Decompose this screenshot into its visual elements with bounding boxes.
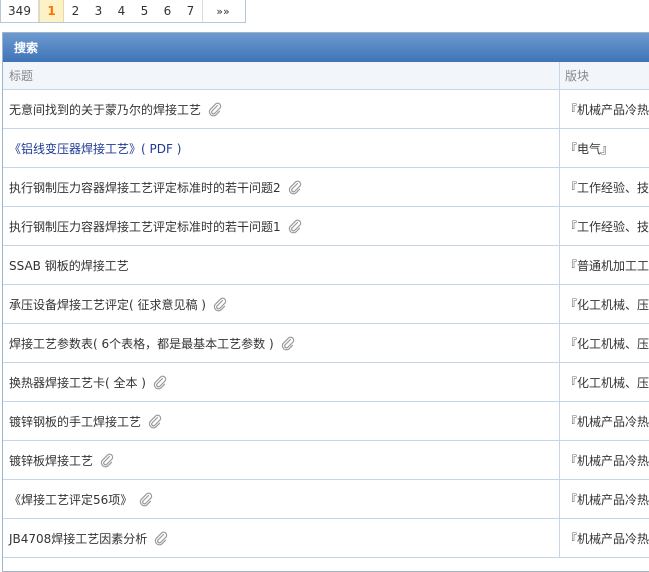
row-title-cell: 执行钢制压力容器焊接工艺评定标准时的若干问题1 — [3, 207, 560, 245]
pagination: 349 1 2 3 4 5 6 7 »» — [0, 0, 246, 23]
page-4-link[interactable]: 4 — [110, 0, 133, 22]
board-name-link[interactable]: 『机械产品冷热 — [560, 90, 649, 128]
table-row: 镀锌板焊接工艺 『机械产品冷热 — [3, 441, 649, 480]
paperclip-icon — [99, 452, 114, 468]
thread-title-link[interactable]: 镀锌板焊接工艺 — [9, 452, 93, 469]
column-header-title: 标题 — [3, 62, 560, 89]
thread-title-link[interactable]: 执行钢制压力容器焊接工艺评定标准时的若干问题1 — [9, 218, 281, 235]
paperclip-icon — [152, 374, 167, 390]
board-name-link[interactable]: 『机械产品冷热 — [560, 441, 649, 479]
board-name-link[interactable]: 『机械产品冷热 — [560, 519, 649, 557]
row-title-cell: 《铝线变压器焊接工艺》( PDF ) — [3, 129, 560, 167]
thread-title-link[interactable]: JB4708焊接工艺因素分析 — [9, 530, 147, 547]
board-name-link[interactable]: 『化工机械、压 — [560, 324, 649, 362]
row-title-cell: 《焊接工艺评定56项》 — [3, 480, 560, 518]
thread-title-link[interactable]: 镀锌钢板的手工焊接工艺 — [9, 413, 141, 430]
thread-title-link[interactable]: 换热器焊接工艺卡( 全本 ) — [9, 374, 146, 391]
table-row: 镀锌钢板的手工焊接工艺 『机械产品冷热 — [3, 402, 649, 441]
table-header: 标题 版块 — [3, 62, 649, 90]
row-title-cell: 换热器焊接工艺卡( 全本 ) — [3, 363, 560, 401]
row-title-cell: 无意间找到的关于蒙乃尔的焊接工艺 — [3, 90, 560, 128]
table-row: 执行钢制压力容器焊接工艺评定标准时的若干问题2 『工作经验、技 — [3, 168, 649, 207]
board-name-link[interactable]: 『化工机械、压 — [560, 363, 649, 401]
row-title-cell: 焊接工艺参数表( 6个表格，都是最基本工艺参数 ) — [3, 324, 560, 362]
page-7-link[interactable]: 7 — [179, 0, 202, 22]
row-title-cell: 镀锌板焊接工艺 — [3, 441, 560, 479]
results-list: 无意间找到的关于蒙乃尔的焊接工艺 『机械产品冷热 《铝线变压器焊接工艺》( PDF … — [3, 90, 649, 558]
board-name-link[interactable]: 『工作经验、技 — [560, 168, 649, 206]
row-title-cell: JB4708焊接工艺因素分析 — [3, 519, 560, 557]
table-row: 《铝线变压器焊接工艺》( PDF ) 『电气』 — [3, 129, 649, 168]
table-row: 执行钢制压力容器焊接工艺评定标准时的若干问题1 『工作经验、技 — [3, 207, 649, 246]
row-title-cell: 执行钢制压力容器焊接工艺评定标准时的若干问题2 — [3, 168, 560, 206]
paperclip-icon — [147, 413, 162, 429]
paperclip-icon — [280, 335, 295, 351]
table-row: 焊接工艺参数表( 6个表格，都是最基本工艺参数 ) 『化工机械、压 — [3, 324, 649, 363]
thread-title-link[interactable]: 无意间找到的关于蒙乃尔的焊接工艺 — [9, 101, 201, 118]
paperclip-icon — [287, 218, 302, 234]
thread-title-link[interactable]: 《铝线变压器焊接工艺》( PDF ) — [9, 140, 181, 157]
pagination-total: 349 — [1, 0, 39, 22]
paperclip-icon — [153, 530, 168, 546]
table-row: 承压设备焊接工艺评定( 征求意见稿 ) 『化工机械、压 — [3, 285, 649, 324]
page-2-link[interactable]: 2 — [64, 0, 87, 22]
page-6-link[interactable]: 6 — [156, 0, 179, 22]
row-title-cell: 镀锌钢板的手工焊接工艺 — [3, 402, 560, 440]
table-row: JB4708焊接工艺因素分析 『机械产品冷热 — [3, 519, 649, 558]
page-5-link[interactable]: 5 — [133, 0, 156, 22]
thread-title-link[interactable]: 执行钢制压力容器焊接工艺评定标准时的若干问题2 — [9, 179, 281, 196]
next-pages-button[interactable]: »» — [202, 0, 243, 22]
paperclip-icon — [287, 179, 302, 195]
table-row: SSAB 钢板的焊接工艺 『普通机加工工 — [3, 246, 649, 285]
column-header-board: 版块 — [565, 69, 590, 83]
thread-title-link[interactable]: 《焊接工艺评定56项》 — [9, 491, 132, 508]
board-name-link[interactable]: 『电气』 — [560, 129, 649, 167]
page-3-link[interactable]: 3 — [87, 0, 110, 22]
board-name-link[interactable]: 『工作经验、技 — [560, 207, 649, 245]
thread-title-link[interactable]: SSAB 钢板的焊接工艺 — [9, 257, 129, 274]
board-name-link[interactable]: 『机械产品冷热 — [560, 480, 649, 518]
board-name-link[interactable]: 『机械产品冷热 — [560, 402, 649, 440]
paperclip-icon — [212, 296, 227, 312]
table-row: 无意间找到的关于蒙乃尔的焊接工艺 『机械产品冷热 — [3, 90, 649, 129]
search-results-panel: 搜索 标题 版块 无意间找到的关于蒙乃尔的焊接工艺 『机械产品冷热 《铝线变压器焊接… — [2, 32, 649, 572]
row-title-cell: 承压设备焊接工艺评定( 征求意见稿 ) — [3, 285, 560, 323]
board-name-link[interactable]: 『普通机加工工 — [560, 246, 649, 284]
page-1-current[interactable]: 1 — [39, 0, 64, 22]
panel-title: 搜索 — [3, 33, 649, 62]
thread-title-link[interactable]: 焊接工艺参数表( 6个表格，都是最基本工艺参数 ) — [9, 335, 274, 352]
paperclip-icon — [207, 101, 222, 117]
board-name-link[interactable]: 『化工机械、压 — [560, 285, 649, 323]
table-row: 《焊接工艺评定56项》 『机械产品冷热 — [3, 480, 649, 519]
row-title-cell: SSAB 钢板的焊接工艺 — [3, 246, 560, 284]
table-row: 换热器焊接工艺卡( 全本 ) 『化工机械、压 — [3, 363, 649, 402]
thread-title-link[interactable]: 承压设备焊接工艺评定( 征求意见稿 ) — [9, 296, 206, 313]
paperclip-icon — [138, 491, 153, 507]
